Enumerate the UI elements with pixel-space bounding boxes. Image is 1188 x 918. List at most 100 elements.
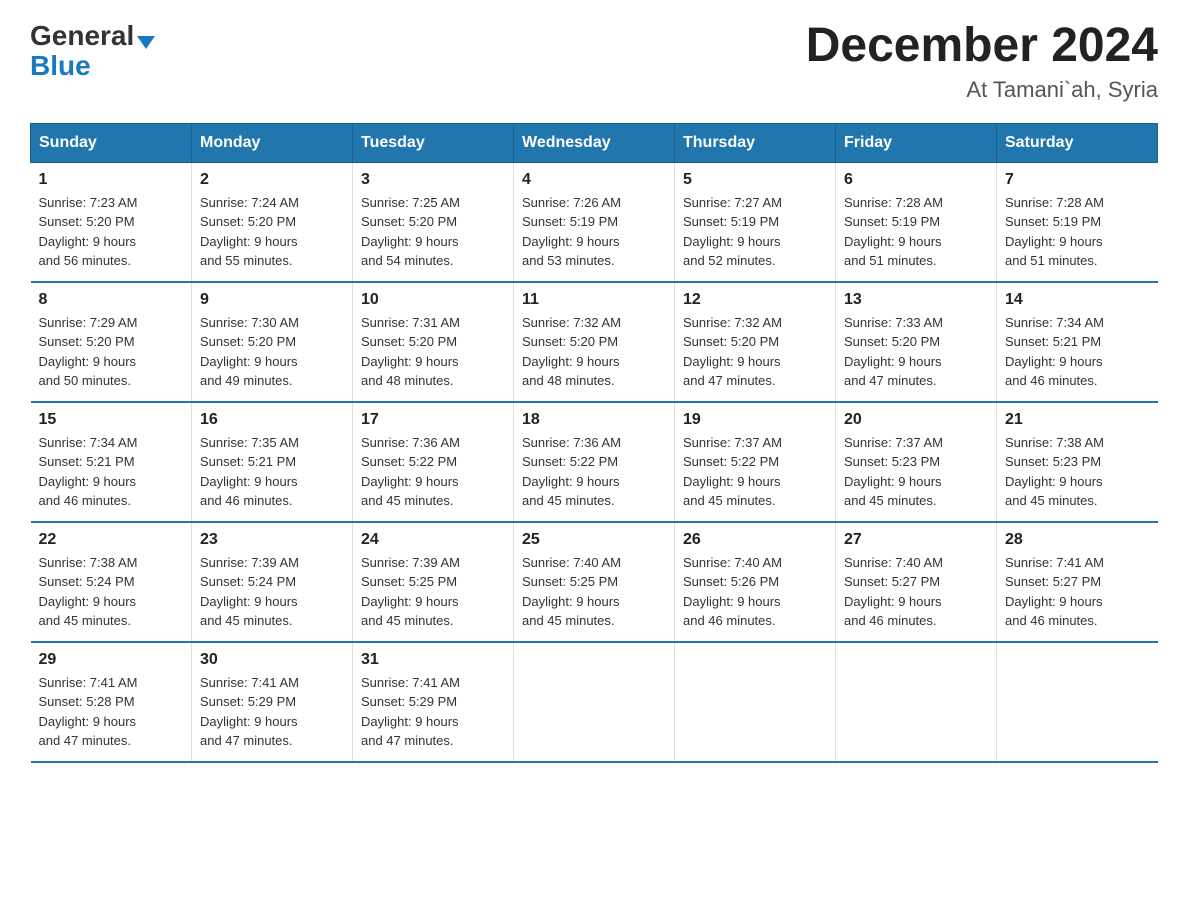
calendar-table: SundayMondayTuesdayWednesdayThursdayFrid… bbox=[30, 123, 1158, 763]
day-info: Sunrise: 7:39 AMSunset: 5:24 PMDaylight:… bbox=[200, 553, 344, 631]
calendar-cell: 21Sunrise: 7:38 AMSunset: 5:23 PMDayligh… bbox=[997, 402, 1158, 522]
day-number: 15 bbox=[39, 411, 184, 429]
day-number: 2 bbox=[200, 171, 344, 189]
calendar-week-row: 15 Sunrise: 7:34 AMSunset: 5:21 PMDayligh… bbox=[31, 402, 1158, 522]
day-info: Sunrise: 7:34 AMSunset: 5:21 PMDaylight:… bbox=[39, 433, 184, 511]
calendar-cell: 31 Sunrise: 7:41 AMSunset: 5:29 PMDayligh… bbox=[353, 642, 514, 762]
day-info: Sunrise: 7:31 AMSunset: 5:20 PMDaylight:… bbox=[361, 313, 505, 391]
day-number: 18 bbox=[522, 411, 666, 429]
calendar-cell bbox=[997, 642, 1158, 762]
calendar-week-row: 29Sunrise: 7:41 AMSunset: 5:28 PMDayligh… bbox=[31, 642, 1158, 762]
day-info: Sunrise: 7:27 AMSunset: 5:19 PMDaylight:… bbox=[683, 193, 827, 271]
column-header-friday: Friday bbox=[836, 123, 997, 162]
calendar-cell: 10 Sunrise: 7:31 AMSunset: 5:20 PMDayligh… bbox=[353, 282, 514, 402]
day-number: 8 bbox=[39, 291, 184, 309]
calendar-cell: 26 Sunrise: 7:40 AMSunset: 5:26 PMDayligh… bbox=[675, 522, 836, 642]
day-info: Sunrise: 7:34 AMSunset: 5:21 PMDaylight:… bbox=[1005, 313, 1150, 391]
day-number: 5 bbox=[683, 171, 827, 189]
calendar-cell: 7 Sunrise: 7:28 AMSunset: 5:19 PMDaylight… bbox=[997, 162, 1158, 282]
day-info: Sunrise: 7:40 AMSunset: 5:26 PMDaylight:… bbox=[683, 553, 827, 631]
day-number: 17 bbox=[361, 411, 505, 429]
calendar-cell: 13 Sunrise: 7:33 AMSunset: 5:20 PMDayligh… bbox=[836, 282, 997, 402]
column-header-thursday: Thursday bbox=[675, 123, 836, 162]
day-number: 13 bbox=[844, 291, 988, 309]
column-header-tuesday: Tuesday bbox=[353, 123, 514, 162]
day-number: 26 bbox=[683, 531, 827, 549]
day-number: 9 bbox=[200, 291, 344, 309]
day-number: 24 bbox=[361, 531, 505, 549]
day-info: Sunrise: 7:37 AMSunset: 5:23 PMDaylight:… bbox=[844, 433, 988, 511]
calendar-cell: 12Sunrise: 7:32 AMSunset: 5:20 PMDayligh… bbox=[675, 282, 836, 402]
calendar-cell: 11Sunrise: 7:32 AMSunset: 5:20 PMDayligh… bbox=[514, 282, 675, 402]
day-info: Sunrise: 7:26 AMSunset: 5:19 PMDaylight:… bbox=[522, 193, 666, 271]
day-info: Sunrise: 7:39 AMSunset: 5:25 PMDaylight:… bbox=[361, 553, 505, 631]
logo-triangle-icon bbox=[137, 36, 155, 49]
day-info: Sunrise: 7:28 AMSunset: 5:19 PMDaylight:… bbox=[1005, 193, 1150, 271]
day-info: Sunrise: 7:35 AMSunset: 5:21 PMDaylight:… bbox=[200, 433, 344, 511]
day-info: Sunrise: 7:29 AMSunset: 5:20 PMDaylight:… bbox=[39, 313, 184, 391]
column-header-wednesday: Wednesday bbox=[514, 123, 675, 162]
day-info: Sunrise: 7:38 AMSunset: 5:24 PMDaylight:… bbox=[39, 553, 184, 631]
calendar-cell: 5 Sunrise: 7:27 AMSunset: 5:19 PMDaylight… bbox=[675, 162, 836, 282]
day-info: Sunrise: 7:38 AMSunset: 5:23 PMDaylight:… bbox=[1005, 433, 1150, 511]
calendar-week-row: 8 Sunrise: 7:29 AMSunset: 5:20 PMDaylight… bbox=[31, 282, 1158, 402]
day-number: 30 bbox=[200, 651, 344, 669]
calendar-cell: 14Sunrise: 7:34 AMSunset: 5:21 PMDayligh… bbox=[997, 282, 1158, 402]
day-info: Sunrise: 7:41 AMSunset: 5:29 PMDaylight:… bbox=[200, 673, 344, 751]
calendar-cell: 22Sunrise: 7:38 AMSunset: 5:24 PMDayligh… bbox=[31, 522, 192, 642]
calendar-cell bbox=[514, 642, 675, 762]
calendar-cell: 4 Sunrise: 7:26 AMSunset: 5:19 PMDaylight… bbox=[514, 162, 675, 282]
day-number: 1 bbox=[39, 171, 184, 189]
day-info: Sunrise: 7:41 AMSunset: 5:28 PMDaylight:… bbox=[39, 673, 184, 751]
calendar-cell: 23 Sunrise: 7:39 AMSunset: 5:24 PMDayligh… bbox=[192, 522, 353, 642]
day-number: 3 bbox=[361, 171, 505, 189]
logo-general-text: General bbox=[30, 20, 134, 52]
calendar-cell: 25Sunrise: 7:40 AMSunset: 5:25 PMDayligh… bbox=[514, 522, 675, 642]
calendar-header-row: SundayMondayTuesdayWednesdayThursdayFrid… bbox=[31, 123, 1158, 162]
day-number: 23 bbox=[200, 531, 344, 549]
day-number: 12 bbox=[683, 291, 827, 309]
column-header-saturday: Saturday bbox=[997, 123, 1158, 162]
calendar-cell: 28Sunrise: 7:41 AMSunset: 5:27 PMDayligh… bbox=[997, 522, 1158, 642]
calendar-cell bbox=[675, 642, 836, 762]
column-header-monday: Monday bbox=[192, 123, 353, 162]
day-info: Sunrise: 7:41 AMSunset: 5:29 PMDaylight:… bbox=[361, 673, 505, 751]
day-number: 28 bbox=[1005, 531, 1150, 549]
day-number: 7 bbox=[1005, 171, 1150, 189]
calendar-cell: 9 Sunrise: 7:30 AMSunset: 5:20 PMDaylight… bbox=[192, 282, 353, 402]
day-number: 20 bbox=[844, 411, 988, 429]
calendar-cell: 8 Sunrise: 7:29 AMSunset: 5:20 PMDaylight… bbox=[31, 282, 192, 402]
day-info: Sunrise: 7:37 AMSunset: 5:22 PMDaylight:… bbox=[683, 433, 827, 511]
day-info: Sunrise: 7:23 AMSunset: 5:20 PMDaylight:… bbox=[39, 193, 184, 271]
day-info: Sunrise: 7:36 AMSunset: 5:22 PMDaylight:… bbox=[522, 433, 666, 511]
calendar-cell: 16Sunrise: 7:35 AMSunset: 5:21 PMDayligh… bbox=[192, 402, 353, 522]
day-number: 10 bbox=[361, 291, 505, 309]
day-number: 27 bbox=[844, 531, 988, 549]
page-header: General Blue December 2024 At Tamani`ah,… bbox=[30, 20, 1158, 103]
calendar-week-row: 1 Sunrise: 7:23 AMSunset: 5:20 PMDaylight… bbox=[31, 162, 1158, 282]
day-info: Sunrise: 7:33 AMSunset: 5:20 PMDaylight:… bbox=[844, 313, 988, 391]
title-area: December 2024 At Tamani`ah, Syria bbox=[806, 20, 1158, 103]
day-number: 31 bbox=[361, 651, 505, 669]
day-info: Sunrise: 7:30 AMSunset: 5:20 PMDaylight:… bbox=[200, 313, 344, 391]
calendar-cell bbox=[836, 642, 997, 762]
day-info: Sunrise: 7:32 AMSunset: 5:20 PMDaylight:… bbox=[522, 313, 666, 391]
day-info: Sunrise: 7:40 AMSunset: 5:25 PMDaylight:… bbox=[522, 553, 666, 631]
calendar-cell: 20 Sunrise: 7:37 AMSunset: 5:23 PMDayligh… bbox=[836, 402, 997, 522]
calendar-week-row: 22Sunrise: 7:38 AMSunset: 5:24 PMDayligh… bbox=[31, 522, 1158, 642]
day-info: Sunrise: 7:40 AMSunset: 5:27 PMDaylight:… bbox=[844, 553, 988, 631]
day-info: Sunrise: 7:25 AMSunset: 5:20 PMDaylight:… bbox=[361, 193, 505, 271]
calendar-cell: 17 Sunrise: 7:36 AMSunset: 5:22 PMDayligh… bbox=[353, 402, 514, 522]
calendar-cell: 24 Sunrise: 7:39 AMSunset: 5:25 PMDayligh… bbox=[353, 522, 514, 642]
day-info: Sunrise: 7:24 AMSunset: 5:20 PMDaylight:… bbox=[200, 193, 344, 271]
day-number: 4 bbox=[522, 171, 666, 189]
calendar-cell: 6Sunrise: 7:28 AMSunset: 5:19 PMDaylight… bbox=[836, 162, 997, 282]
calendar-cell: 18 Sunrise: 7:36 AMSunset: 5:22 PMDayligh… bbox=[514, 402, 675, 522]
calendar-cell: 2 Sunrise: 7:24 AMSunset: 5:20 PMDaylight… bbox=[192, 162, 353, 282]
calendar-cell: 27 Sunrise: 7:40 AMSunset: 5:27 PMDayligh… bbox=[836, 522, 997, 642]
day-number: 19 bbox=[683, 411, 827, 429]
calendar-cell: 19 Sunrise: 7:37 AMSunset: 5:22 PMDayligh… bbox=[675, 402, 836, 522]
page-title: December 2024 bbox=[806, 20, 1158, 73]
calendar-cell: 1 Sunrise: 7:23 AMSunset: 5:20 PMDaylight… bbox=[31, 162, 192, 282]
day-info: Sunrise: 7:36 AMSunset: 5:22 PMDaylight:… bbox=[361, 433, 505, 511]
